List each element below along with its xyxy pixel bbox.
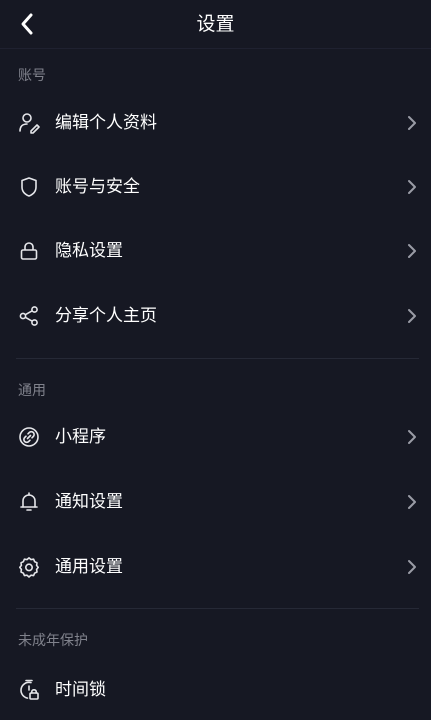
page-title: 设置: [196, 13, 235, 35]
menu-item-notification-settings[interactable]: 通知设置: [0, 472, 431, 532]
shield-icon: [17, 175, 41, 199]
user-edit-icon: [17, 111, 41, 135]
gear-icon: [17, 555, 41, 579]
chevron-right-icon: [407, 494, 417, 510]
menu-item-general-settings[interactable]: 通用设置: [0, 537, 431, 597]
menu-item-label: 时间锁: [55, 680, 106, 700]
time-lock-icon: [17, 678, 41, 702]
lock-icon: [17, 239, 41, 263]
top-bar: 设置: [0, 0, 431, 49]
menu-item-time-lock[interactable]: 时间锁: [0, 660, 431, 720]
chevron-right-icon: [407, 429, 417, 445]
menu-item-privacy-settings[interactable]: 隐私设置: [0, 221, 431, 281]
menu-item-label: 通知设置: [55, 492, 123, 512]
menu-item-label: 通用设置: [55, 557, 123, 577]
chevron-right-icon: [407, 308, 417, 324]
bell-icon: [17, 490, 41, 514]
chevron-right-icon: [407, 243, 417, 259]
section-divider: [16, 358, 419, 359]
menu-item-edit-profile[interactable]: 编辑个人资料: [0, 93, 431, 153]
menu-item-label: 隐私设置: [55, 241, 123, 261]
menu-item-mini-programs[interactable]: 小程序: [0, 407, 431, 467]
section-label-general: 通用: [18, 383, 46, 399]
menu-item-label: 小程序: [55, 427, 106, 447]
chevron-right-icon: [407, 559, 417, 575]
section-label-account: 账号: [18, 68, 46, 84]
chevron-right-icon: [407, 115, 417, 131]
chevron-right-icon: [407, 179, 417, 195]
menu-item-share-profile[interactable]: 分享个人主页: [0, 286, 431, 346]
menu-item-label: 分享个人主页: [55, 306, 157, 326]
menu-item-label: 编辑个人资料: [55, 113, 157, 133]
menu-item-account-security[interactable]: 账号与安全: [0, 157, 431, 217]
link-icon: [17, 425, 41, 449]
menu-item-label: 账号与安全: [55, 177, 140, 197]
section-divider: [16, 608, 419, 609]
section-label-minor-protection: 未成年保护: [18, 633, 88, 649]
share-icon: [17, 304, 41, 328]
